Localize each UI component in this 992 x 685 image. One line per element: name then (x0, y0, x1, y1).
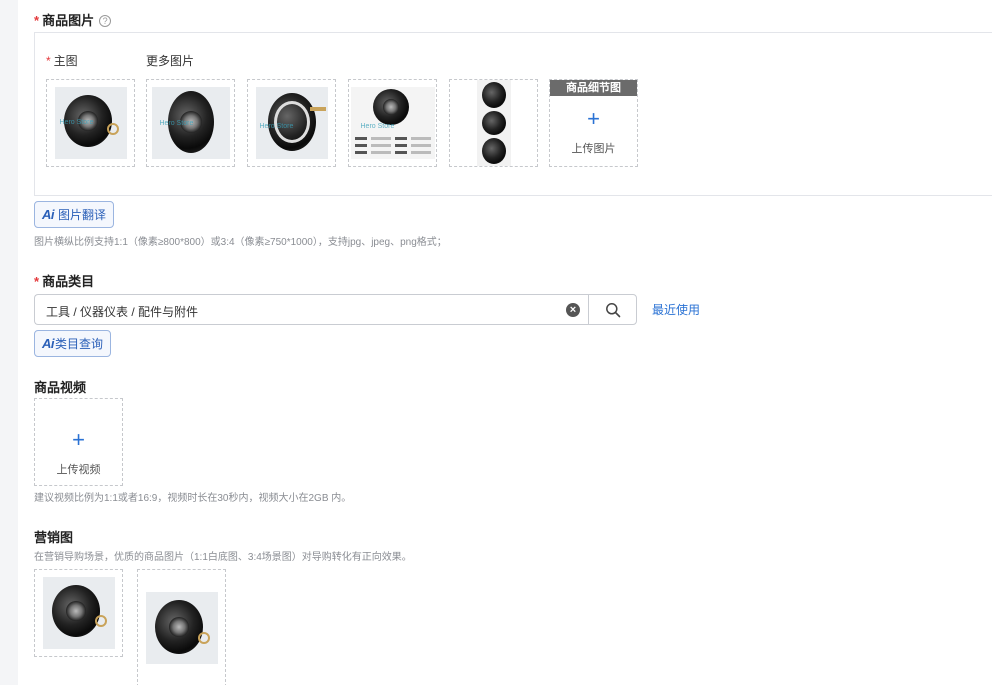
plus-icon: + (72, 427, 85, 452)
more-image-thumb[interactable]: Hero Store (146, 79, 235, 167)
images-section-title: * 商品图片? (34, 10, 112, 29)
upload-image-button[interactable]: 商品细节图 + 上传图片 (549, 79, 638, 167)
ai-icon: Ai (42, 207, 55, 222)
plus-icon: + (587, 106, 600, 131)
marketing-section-title: 营销图 (34, 530, 74, 545)
image-translate-button[interactable]: Ai 图片翻译 (34, 201, 115, 228)
left-rail (0, 0, 18, 685)
marketing-square-image[interactable] (34, 569, 123, 657)
recent-used-link[interactable]: 最近使用 (652, 301, 700, 318)
motor-image (42, 577, 115, 649)
upload-image-label: 上传图片 (571, 143, 616, 155)
category-query-button[interactable]: Ai 类目查询 (34, 330, 112, 357)
video-section-title: 商品视频 (34, 380, 87, 395)
help-icon[interactable]: ? (99, 15, 112, 27)
motor-image: Hero Store (54, 87, 127, 159)
motor-image: Hero Store (255, 87, 328, 159)
category-section-title: * 商品类目 (34, 274, 95, 289)
more-image-thumb[interactable]: Hero Store (247, 79, 336, 167)
more-image-thumb[interactable] (449, 79, 538, 167)
category-value: 工具 / 仪器仪表 / 配件与附件 (46, 305, 199, 319)
marketing-portrait-image[interactable] (137, 569, 226, 685)
main-image-thumb[interactable]: Hero Store (46, 79, 135, 167)
motor-collage-image (476, 80, 511, 166)
main-image-label: * 主图 (46, 54, 78, 68)
search-icon (605, 302, 620, 317)
motor-image: Hero Store (151, 87, 230, 159)
images-panel: * 主图 更多图片 Hero Store Hero Store Hero Stor… (34, 32, 992, 196)
motor-image (145, 592, 218, 664)
upload-video-button[interactable]: + 上传视频 (34, 398, 123, 486)
images-hint: 图片横纵比例支持1:1（像素≥800*800）或3:4（像素≥750*1000）… (34, 237, 447, 248)
category-search-button[interactable] (588, 294, 637, 325)
ai-icon: Ai (42, 336, 55, 351)
clear-icon[interactable]: × (566, 303, 580, 317)
more-images-label: 更多图片 (146, 54, 195, 68)
spec-sheet-image: Hero Store (350, 87, 435, 159)
detail-image-tag: 商品细节图 (550, 80, 637, 96)
more-image-thumb[interactable]: Hero Store (348, 79, 437, 167)
category-input[interactable]: 工具 / 仪器仪表 / 配件与附件 × (34, 294, 589, 325)
marketing-hint: 在营销导购场景，优质的商品图片（1:1白底图、3:4场景图）对导购转化有正向效果… (34, 552, 412, 563)
upload-video-label: 上传视频 (56, 464, 101, 476)
video-hint: 建议视频比例为1:1或者16:9，视频时长在30秒内，视频大小在2GB 内。 (34, 493, 352, 504)
